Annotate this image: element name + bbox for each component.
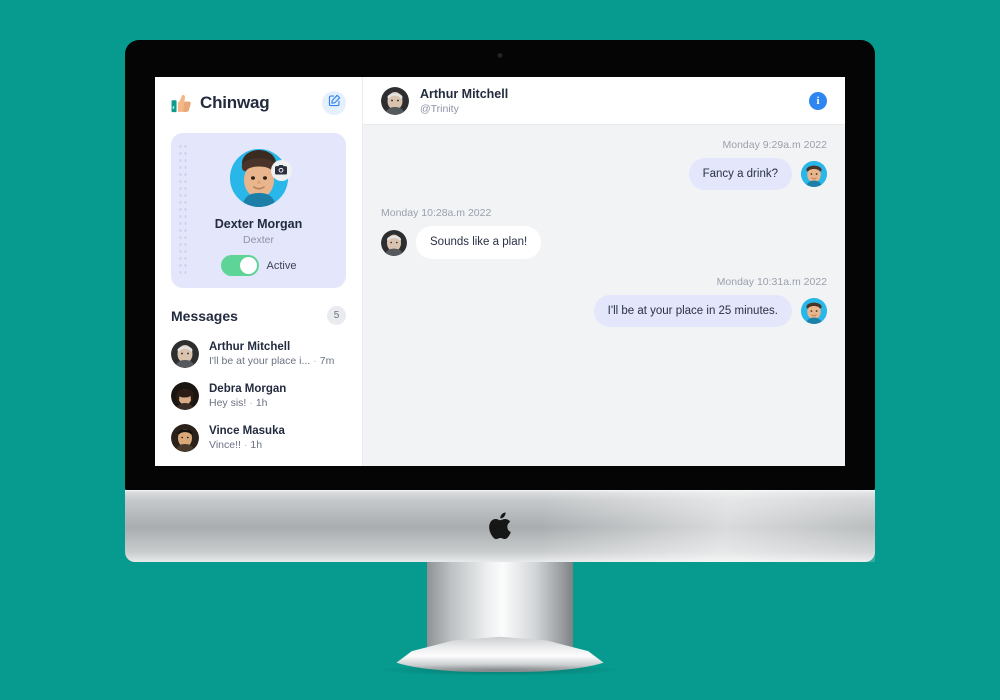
brand-left: Chinwag <box>171 93 270 113</box>
avatar <box>801 161 827 188</box>
screen-content: Chinwag Dexter Morgan Dexter Active Mess… <box>155 77 845 466</box>
avatar <box>171 340 199 368</box>
list-item-preview: I'll be at your place i... · 7m <box>209 355 334 367</box>
message-row: Fancy a drink? <box>381 158 827 191</box>
avatar <box>171 382 199 410</box>
status-label: Active <box>266 259 297 272</box>
message-row: Sounds like a plan! <box>381 226 827 259</box>
chin-sheen <box>545 490 875 562</box>
message-bubble[interactable]: I'll be at your place in 25 minutes. <box>593 294 792 328</box>
list-item[interactable]: Vince Masuka Vince!! · 1h <box>171 417 346 459</box>
messages-title: Messages <box>171 307 238 324</box>
monitor-chin <box>125 490 875 562</box>
chat-header-name: Arthur Mitchell <box>420 86 509 101</box>
message-timestamp: Monday 10:28a.m 2022 <box>381 207 492 220</box>
chat-panel: Arthur Mitchell @Trinity i Monday 9:29a.… <box>363 77 845 466</box>
profile-name: Dexter Morgan <box>214 217 303 231</box>
list-item-name: Arthur Mitchell <box>209 341 291 353</box>
avatar[interactable] <box>381 86 409 115</box>
message-timestamp: Monday 10:31a.m 2022 <box>716 275 827 288</box>
chat-message-list: Monday 9:29a.m 2022 Fancy a drink? Monda… <box>363 125 845 466</box>
toggle-knob <box>239 257 257 274</box>
chat-message: Monday 10:31a.m 2022 I'll be at your pla… <box>381 275 827 328</box>
avatar <box>381 229 407 256</box>
camera-icon <box>275 162 287 180</box>
separator: · <box>313 355 317 367</box>
separator: · <box>249 397 253 409</box>
messages-count-badge: 5 <box>327 306 346 325</box>
thumbs-up-icon <box>171 93 193 113</box>
message-bubble[interactable]: Fancy a drink? <box>688 158 792 191</box>
list-item-time: 1h <box>255 397 268 409</box>
list-item[interactable]: Arthur Mitchell I'll be at your place i.… <box>171 333 346 375</box>
message-bubble[interactable]: Sounds like a plan! <box>416 226 542 259</box>
list-item-name: Debra Morgan <box>209 383 287 395</box>
list-item-texts: Arthur Mitchell I'll be at your place i.… <box>209 341 334 367</box>
messages-header: Messages 5 <box>171 306 346 325</box>
webcam-dot-icon <box>497 53 503 58</box>
active-status-toggle[interactable] <box>220 255 259 276</box>
brand-name: Chinwag <box>200 93 270 112</box>
list-item-texts: Vince Masuka Vince!! · 1h <box>209 425 285 451</box>
chat-message: Monday 9:29a.m 2022 Fancy a drink? <box>381 139 828 191</box>
preview-text: Hey sis! <box>209 397 247 409</box>
chat-header-texts: Arthur Mitchell @Trinity <box>420 87 508 115</box>
brand-row: Chinwag <box>171 77 346 125</box>
list-item-time: 1h <box>250 439 263 451</box>
preview-text: Vince!! <box>209 439 241 451</box>
avatar <box>171 424 199 452</box>
chat-header: Arthur Mitchell @Trinity i <box>363 77 845 125</box>
compose-edit-icon <box>328 94 341 112</box>
profile-handle: Dexter <box>243 234 274 246</box>
monitor-shadow <box>378 664 622 676</box>
compose-button[interactable] <box>322 91 346 115</box>
imac-device: Chinwag Dexter Morgan Dexter Active Mess… <box>125 40 875 676</box>
profile-card: Dexter Morgan Dexter Active <box>171 133 346 288</box>
info-icon[interactable]: i <box>809 91 827 110</box>
list-item-preview: Hey sis! · 1h <box>209 397 286 409</box>
message-timestamp: Monday 9:29a.m 2022 <box>722 139 828 151</box>
apple-logo-icon <box>489 512 511 540</box>
monitor-bezel: Chinwag Dexter Morgan Dexter Active Mess… <box>125 40 875 490</box>
sidebar: Chinwag Dexter Morgan Dexter Active Mess… <box>155 77 363 466</box>
chat-message: Monday 10:28a.m 2022 Sounds like a plan! <box>381 207 827 259</box>
list-item[interactable]: Debra Morgan Hey sis! · 1h <box>171 375 346 417</box>
decorative-dots <box>178 143 187 278</box>
avatar <box>801 297 827 324</box>
list-item-time: 7m <box>319 355 335 367</box>
list-item-texts: Debra Morgan Hey sis! · 1h <box>209 383 286 409</box>
profile-avatar-wrap[interactable] <box>229 149 292 207</box>
preview-text: I'll be at your place i... <box>209 355 311 367</box>
conversation-list: Arthur Mitchell I'll be at your place i.… <box>171 333 346 459</box>
chat-header-handle: @Trinity <box>420 102 459 115</box>
change-photo-button[interactable] <box>270 160 292 181</box>
message-row: I'll be at your place in 25 minutes. <box>381 294 827 328</box>
list-item-name: Vince Masuka <box>209 425 285 437</box>
separator: · <box>243 439 248 451</box>
list-item-preview: Vince!! · 1h <box>209 439 285 451</box>
status-row: Active <box>220 255 297 276</box>
